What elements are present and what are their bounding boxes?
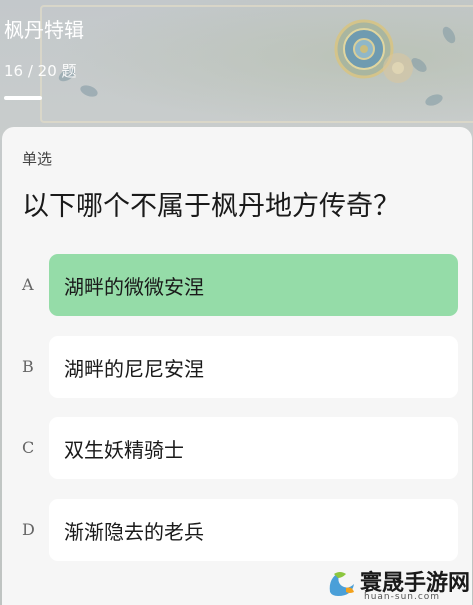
option-b-button[interactable]: 湖畔的尼尼安涅 xyxy=(49,336,458,398)
option-b-label: 湖畔的尼尼安涅 xyxy=(64,356,204,381)
option-a-button[interactable]: 湖畔的微微安涅 xyxy=(49,254,458,316)
watermark-url: huan-sun.com xyxy=(364,592,441,602)
progress-indicator xyxy=(4,96,42,100)
option-c-label: 双生妖精骑士 xyxy=(64,437,184,462)
page-title: 枫丹特辑 xyxy=(4,18,84,42)
option-d-label: 渐渐隐去的老兵 xyxy=(64,519,204,544)
option-c-button[interactable]: 双生妖精骑士 xyxy=(49,417,458,479)
option-a-label: 湖畔的微微安涅 xyxy=(64,274,204,299)
option-d-button[interactable]: 渐渐隐去的老兵 xyxy=(49,499,458,561)
option-letter-c: C xyxy=(22,438,35,457)
progress-counter: 16 / 20 题 xyxy=(4,62,77,80)
watermark-logo-icon xyxy=(329,572,354,596)
question-type-label: 单选 xyxy=(22,150,53,168)
site-watermark: 寰晟手游网 huan-sun.com xyxy=(324,564,470,604)
flower-decoration-icon xyxy=(383,53,413,83)
question-text: 以下哪个不属于枫丹地方传奇？ xyxy=(22,191,400,222)
option-letter-d: D xyxy=(22,520,35,539)
question-card: 单选 以下哪个不属于枫丹地方传奇？ A 湖畔的微微安涅 B 湖畔的尼尼安涅 C … xyxy=(2,127,472,605)
option-letter-b: B xyxy=(22,357,34,376)
option-letter-a: A xyxy=(22,275,34,294)
